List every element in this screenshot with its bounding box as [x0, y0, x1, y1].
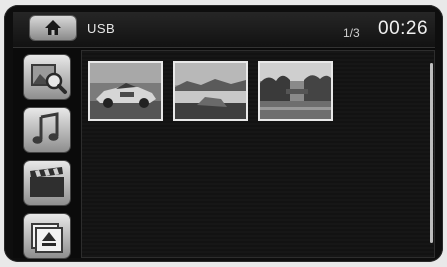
- clock: 00:26: [378, 18, 429, 39]
- lake-landscape-image: [175, 63, 246, 119]
- clapperboard-icon: [30, 167, 64, 197]
- photo-search-icon: [31, 64, 67, 94]
- top-bar: USB 1/3 00:26: [13, 12, 435, 48]
- music-note-icon: [32, 112, 59, 144]
- photo-thumbnail-race-car[interactable]: [88, 61, 163, 121]
- race-car-image: [90, 63, 161, 119]
- source-label: USB: [87, 21, 116, 36]
- page-indicator: 1/3: [343, 26, 360, 40]
- river-trees-image: [260, 63, 331, 119]
- eject-button[interactable]: [24, 214, 70, 258]
- photo-thumbnail-lake-landscape[interactable]: [173, 61, 248, 121]
- eject-photos-icon: [31, 223, 63, 253]
- video-button[interactable]: [24, 161, 70, 205]
- home-button[interactable]: [30, 16, 76, 40]
- photo-thumbnail-river-trees[interactable]: [258, 61, 333, 121]
- screen: USB 1/3 00:26: [13, 12, 435, 258]
- scrollbar[interactable]: [430, 63, 433, 243]
- music-button[interactable]: [24, 108, 70, 152]
- home-icon: [45, 20, 61, 35]
- head-unit-frame: USB 1/3 00:26: [4, 5, 443, 262]
- scrollbar-thumb[interactable]: [430, 63, 433, 243]
- sidebar: [13, 47, 81, 258]
- photo-gallery: [81, 50, 435, 258]
- photo-search-button[interactable]: [24, 55, 70, 99]
